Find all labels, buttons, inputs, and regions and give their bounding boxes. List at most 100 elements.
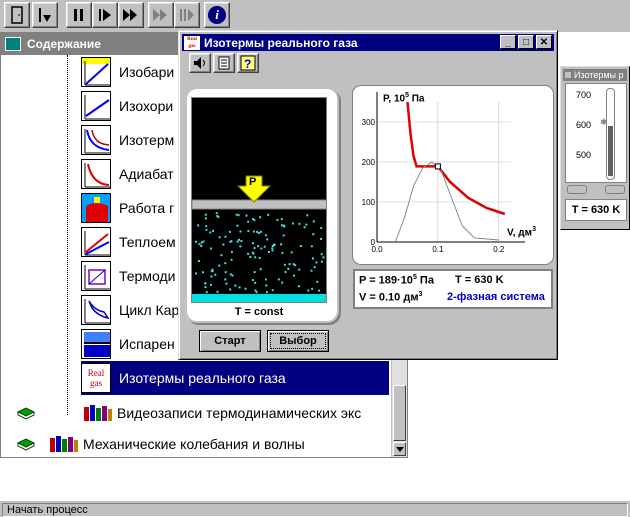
gas-particle	[271, 247, 274, 250]
tree-item-label: Термоди	[119, 268, 176, 284]
gas-particle	[212, 229, 214, 232]
door-icon	[11, 6, 23, 24]
thermometer-slider-icon[interactable]: ✱	[600, 117, 608, 128]
tree-item-evaporation[interactable]: Испарен	[81, 327, 175, 361]
gas-particle	[230, 240, 233, 243]
tree-item-mechanics[interactable]: Механические колебания и волны	[17, 434, 305, 454]
gas-particle	[258, 256, 261, 259]
maximize-button[interactable]: □	[518, 35, 534, 49]
thermometer-panel: 700 600 500 ✱	[565, 83, 627, 183]
contents-title: Содержание	[27, 37, 101, 51]
thermometer-fill	[608, 125, 613, 176]
gas-particle	[230, 258, 233, 261]
gas-particle	[292, 222, 295, 225]
simulation-vessel: P	[191, 97, 327, 303]
pause-icon	[74, 9, 83, 21]
gas-particle	[236, 240, 239, 243]
gas-particle	[247, 252, 250, 255]
gas-particle	[267, 213, 270, 216]
tree-item-isotherm[interactable]: Изотерм	[81, 123, 174, 157]
gas-particle	[283, 263, 286, 266]
step-in-button[interactable]	[32, 2, 58, 28]
svg-text:?: ?	[244, 57, 251, 71]
gas-particle	[238, 238, 240, 241]
gas-particle	[264, 278, 267, 281]
books-icon	[50, 436, 78, 452]
fast-forward-button[interactable]	[118, 2, 144, 28]
bars-button[interactable]	[174, 2, 200, 28]
sound-button[interactable]	[189, 53, 211, 73]
tree-item-label: Изобари	[119, 64, 175, 80]
tree-item-real-gas[interactable]: Real gas Изотермы реального газа	[81, 361, 389, 395]
scroll-down-button[interactable]	[393, 442, 406, 456]
contents-book-icon	[5, 37, 21, 51]
gas-particle	[251, 279, 254, 282]
info-button[interactable]: i	[204, 2, 230, 28]
scale-label-500: 500	[576, 150, 592, 160]
thermometer-window: Изотермы р 700 600 500 ✱ T = 630 K	[560, 66, 630, 230]
start-button[interactable]: Старт	[199, 330, 261, 352]
gas-work-icon	[81, 193, 111, 223]
skip-button[interactable]	[148, 2, 174, 28]
real-gas-icon: Real gas	[81, 363, 111, 393]
exit-door-button[interactable]	[4, 2, 30, 28]
gas-particle	[228, 230, 231, 233]
gas-particle	[281, 224, 283, 227]
help-button[interactable]: ?	[237, 53, 259, 73]
heat-capacity-chart-icon	[81, 227, 111, 257]
gas-particle	[281, 251, 284, 254]
video-books-icon	[84, 405, 112, 421]
gas-particle	[236, 224, 239, 227]
gas-particle	[322, 256, 325, 259]
tree-item-isobar[interactable]: Изобари	[81, 55, 174, 89]
gas-particle	[259, 268, 262, 271]
gas-particle	[209, 231, 212, 234]
gas-particle	[259, 230, 262, 233]
gas-particle	[315, 261, 318, 264]
close-button[interactable]: ✕	[536, 35, 552, 49]
gas-particle	[288, 263, 291, 266]
tree-item-video[interactable]: Видеозаписи термодинамических экс	[17, 403, 361, 423]
real-gas-app-icon: Real gas	[184, 35, 200, 50]
gas-particle	[312, 257, 314, 260]
gas-particle	[313, 266, 316, 269]
gas-particle	[307, 289, 310, 292]
play-button[interactable]	[92, 2, 118, 28]
tree-item-heat-capacity[interactable]: Теплоем	[81, 225, 176, 259]
tree-item-label: Работа г	[119, 200, 175, 216]
scroll-thumb[interactable]	[393, 385, 406, 441]
gas-particle	[312, 233, 315, 236]
tree-line	[67, 55, 68, 415]
tree-item-carnot[interactable]: Цикл Кар	[81, 293, 179, 327]
document-button[interactable]	[213, 53, 235, 73]
temperature-readout: T = 630 K	[455, 274, 504, 286]
gas-particle	[204, 286, 207, 289]
tree-item-label: Видеозаписи термодинамических экс	[117, 405, 362, 421]
scale-label-700: 700	[576, 90, 592, 100]
gas-particle	[311, 287, 314, 290]
select-button[interactable]: Выбор	[267, 330, 329, 352]
phase-readout: 2-фазная система	[447, 291, 545, 303]
temp-down-button[interactable]	[567, 185, 587, 194]
gas-particle	[293, 274, 296, 277]
tree-item-label: Цикл Кар	[119, 302, 180, 318]
tree-item-thermodynamics[interactable]: Термоди	[81, 259, 175, 293]
status-bar: Начать процесс	[0, 500, 630, 517]
minimize-button[interactable]: _	[500, 35, 516, 49]
step-icon	[39, 8, 51, 22]
gas-particle	[224, 278, 227, 281]
temp-up-button[interactable]	[605, 185, 625, 194]
tree-item-isochore[interactable]: Изохори	[81, 89, 173, 123]
help-icon: ?	[240, 55, 256, 71]
down-arrow-icon	[395, 446, 404, 452]
play-bar-icon	[99, 9, 111, 21]
fast-forward-icon	[123, 9, 137, 21]
tree-item-label: Испарен	[119, 336, 175, 352]
tree-item-adiabat[interactable]: Адиабат	[81, 157, 174, 191]
gas-particle	[320, 238, 323, 240]
tree-item-label: Механические колебания и волны	[83, 436, 305, 452]
pause-button[interactable]	[66, 2, 92, 28]
tree-item-gas-work[interactable]: Работа г	[81, 191, 174, 225]
state-point-marker	[434, 163, 441, 170]
gas-particle	[197, 224, 200, 227]
